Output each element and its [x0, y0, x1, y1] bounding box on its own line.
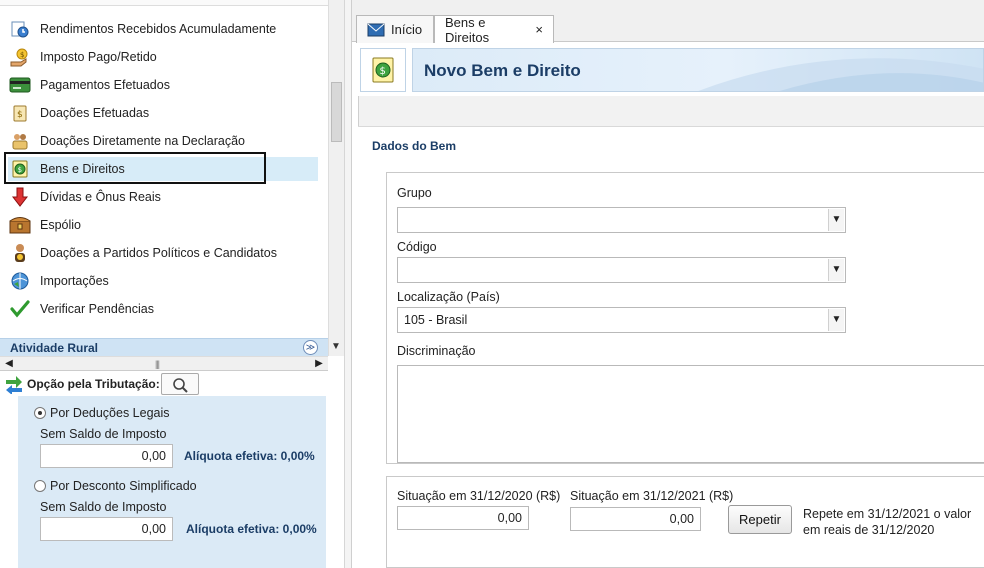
tab-bar: Início Bens e Direitos ×: [352, 0, 984, 45]
page-title: Novo Bem e Direito: [424, 61, 581, 80]
nav-vertical-scrollbar[interactable]: [328, 0, 344, 356]
section-atividade-rural[interactable]: Atividade Rural: [0, 338, 328, 356]
tax-option-arrows-icon: [4, 374, 24, 397]
deducoes-legais-label: Por Deduções Legais: [50, 406, 170, 420]
situacao-2020-label: Situação em 31/12/2020 (R$): [397, 489, 561, 503]
repetir-button[interactable]: Repetir: [728, 505, 792, 534]
scroll-right-arrow-icon[interactable]: ▶: [312, 357, 326, 371]
radio-desconto-simplificado[interactable]: [34, 480, 46, 492]
section-label: Atividade Rural: [10, 341, 99, 355]
nav-item-rendimentos-acumulados[interactable]: Rendimentos Recebidos Acumuladamente: [8, 17, 318, 41]
scrollbar-grip[interactable]: |||: [155, 359, 160, 369]
simplificado-aliquota: Alíquota efetiva: 0,00%: [186, 522, 317, 536]
nav-item-doacoes-declaracao[interactable]: Doações Diretamente na Declaração: [8, 129, 318, 153]
nav-item-pagamentos[interactable]: Pagamentos Efetuados: [8, 73, 318, 97]
simplificado-saldo-value: 0,00: [40, 517, 173, 541]
tab-inicio-label: Início: [391, 22, 423, 37]
home-envelope-icon: [367, 23, 385, 36]
grupo-select[interactable]: ▼: [397, 207, 846, 233]
tab-bens-direitos[interactable]: Bens e Direitos ×: [434, 14, 554, 45]
nav-item-label: Pagamentos Efetuados: [40, 78, 170, 92]
nav-item-verificar-pendencias[interactable]: Verificar Pendências: [8, 297, 318, 321]
nav-horizontal-scrollbar[interactable]: ◀ ||| ▶: [0, 356, 328, 371]
scroll-left-arrow-icon[interactable]: ◀: [2, 357, 16, 371]
svg-text:$: $: [20, 51, 24, 59]
svg-text:$: $: [17, 110, 23, 120]
money-bag-icon: $: [8, 102, 32, 124]
nav-item-dividas[interactable]: Dívidas e Ônus Reais: [8, 185, 318, 209]
expand-chevron-icon[interactable]: ≫: [303, 340, 318, 355]
person-coin-icon: [8, 242, 32, 264]
hand-coin-icon: $: [8, 46, 32, 68]
pane-splitter[interactable]: [344, 0, 352, 568]
tax-option-label: Opção pela Tributação:: [27, 377, 160, 391]
codigo-select[interactable]: ▼: [397, 257, 846, 283]
money-document-icon: $: [372, 57, 394, 83]
repetir-description: Repete em 31/12/2021 o valor em reais de…: [803, 507, 972, 537]
localizacao-label: Localização (País): [397, 290, 500, 304]
nav-item-doacoes-efetuadas[interactable]: $ Doações Efetuadas: [8, 101, 318, 125]
tax-search-button[interactable]: [161, 373, 199, 395]
codigo-label: Código: [397, 240, 437, 254]
tab-inicio[interactable]: Início: [356, 15, 434, 43]
nav-item-label: Imposto Pago/Retido: [40, 50, 157, 64]
magnifier-icon: [173, 378, 188, 393]
grupo-label: Grupo: [397, 186, 432, 200]
localizacao-value: 105 - Brasil: [404, 313, 468, 327]
simplificado-saldo-label: Sem Saldo de Imposto: [40, 500, 167, 514]
red-down-arrow-icon: [8, 186, 32, 208]
nav-item-importacoes[interactable]: Importações: [8, 269, 318, 293]
localizacao-select[interactable]: 105 - Brasil ▼: [397, 307, 846, 333]
deducoes-saldo-label: Sem Saldo de Imposto: [40, 427, 167, 441]
chevron-down-icon[interactable]: ▼: [828, 259, 844, 281]
discriminacao-label: Discriminação: [397, 344, 476, 358]
header-icon-card: $: [360, 48, 406, 92]
simplificado-label: Por Desconto Simplificado: [50, 479, 197, 493]
nav-item-label: Doações Diretamente na Declaração: [40, 134, 245, 148]
chest-icon: [8, 214, 32, 236]
nav-item-label: Importações: [40, 274, 109, 288]
close-tab-icon[interactable]: ×: [535, 22, 543, 37]
situacao-2021-label: Situação em 31/12/2021 (R$): [570, 489, 734, 503]
people-coin-icon: [8, 130, 32, 152]
chevron-down-icon[interactable]: ▼: [828, 309, 844, 331]
scrollbar-thumb[interactable]: [331, 82, 342, 142]
nav-item-label: Doações a Partidos Políticos e Candidato…: [40, 246, 277, 260]
checkmark-icon: [8, 298, 32, 320]
nav-item-label: Verificar Pendências: [40, 302, 154, 316]
nav-clipped-top: [0, 0, 328, 6]
deducoes-saldo-value: 0,00: [40, 444, 173, 468]
nav-item-espolio[interactable]: Espólio: [8, 213, 318, 237]
situacao-2020-input[interactable]: 0,00: [397, 506, 529, 530]
discriminacao-textarea[interactable]: [397, 365, 984, 463]
card-icon: [8, 74, 32, 96]
selection-highlight-frame: [4, 152, 266, 184]
chevron-down-icon[interactable]: ▼: [828, 209, 844, 231]
nav-item-imposto-pago[interactable]: $ Imposto Pago/Retido: [8, 45, 318, 69]
radio-deducoes-legais[interactable]: [34, 407, 46, 419]
import-globe-icon: [8, 270, 32, 292]
nav-item-label: Doações Efetuadas: [40, 106, 150, 120]
cash-clock-icon: [8, 18, 32, 40]
section-title-dados-do-bem: Dados do Bem: [372, 139, 457, 153]
nav-item-doacoes-partidos[interactable]: Doações a Partidos Políticos e Candidato…: [8, 241, 318, 265]
nav-item-label: Rendimentos Recebidos Acumuladamente: [40, 22, 277, 36]
nav-item-label: Espólio: [40, 218, 81, 232]
situacao-2021-input[interactable]: 0,00: [570, 507, 701, 531]
deducoes-aliquota: Alíquota efetiva: 0,00%: [184, 449, 315, 463]
tax-option-panel: Por Deduções Legais Sem Saldo de Imposto…: [18, 396, 326, 568]
tab-bens-label: Bens e Direitos: [445, 14, 490, 45]
nav-item-label: Dívidas e Ônus Reais: [40, 190, 161, 204]
svg-text:$: $: [380, 66, 386, 77]
scroll-down-arrow-icon[interactable]: ▼: [328, 338, 344, 356]
